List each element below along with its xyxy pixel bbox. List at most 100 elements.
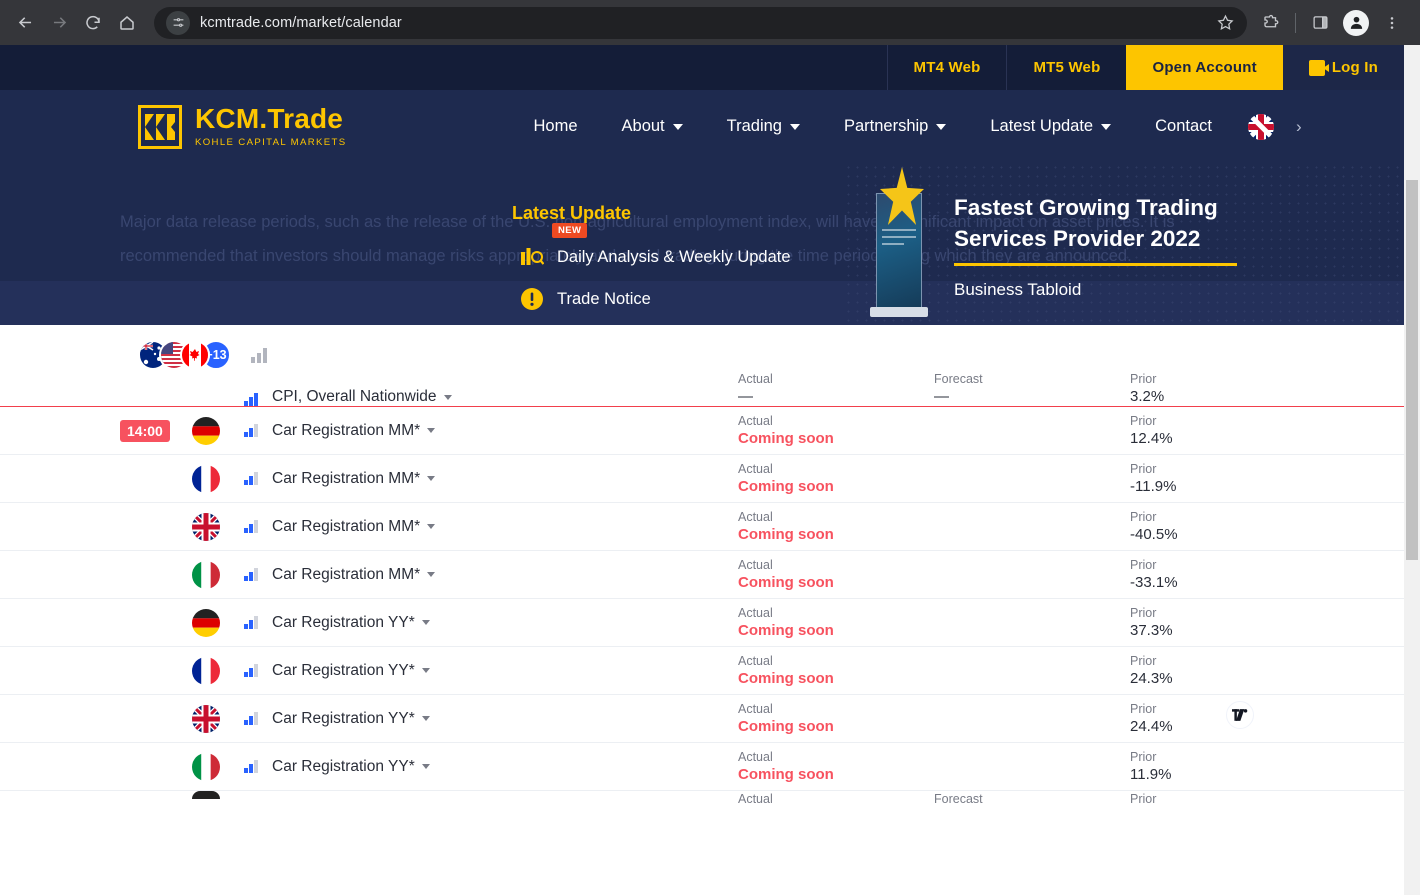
event-country-flag (182, 704, 230, 733)
actual-value: — (738, 388, 753, 405)
table-row[interactable]: Car Registration MM* Actual Coming soon … (0, 551, 1404, 599)
nav-label: Latest Update (990, 117, 1094, 135)
actual-cell: Actual Coming soon (738, 557, 934, 592)
page-viewport: MT4 Web MT5 Web Open Account Log In KCM.… (0, 45, 1404, 895)
event-name[interactable]: Car Registration MM* (272, 518, 738, 536)
forward-arrow-icon[interactable] (44, 8, 74, 38)
table-row[interactable]: Car Registration YY* Actual Coming soon … (0, 743, 1404, 791)
mt4-web-button[interactable]: MT4 Web (886, 45, 1007, 90)
table-row[interactable]: Actual Forecast Prior (0, 791, 1404, 817)
actual-label: Actual (738, 372, 773, 386)
site-logo[interactable]: KCM.Trade KOHLE CAPITAL MARKETS (138, 104, 347, 149)
chevron-down-icon[interactable] (427, 428, 436, 433)
chevron-down-icon[interactable] (421, 764, 430, 769)
chevron-down-icon[interactable] (427, 476, 436, 481)
nav-item-trading[interactable]: Trading (705, 90, 822, 163)
scrollbar-thumb[interactable] (1406, 180, 1418, 560)
event-volatility (230, 664, 272, 677)
event-name[interactable]: Car Registration YY* (272, 662, 738, 680)
table-row[interactable]: Car Registration MM* Actual Coming soon … (0, 503, 1404, 551)
page-scrollbar[interactable] (1404, 45, 1420, 895)
login-door-icon (1308, 59, 1329, 76)
chevron-down-icon[interactable] (421, 716, 430, 721)
language-selector[interactable]: › (1234, 90, 1302, 163)
actual-cell: Actual Coming soon (738, 653, 934, 688)
actual-value: Coming soon (738, 430, 834, 447)
profile-avatar-icon[interactable] (1341, 8, 1371, 38)
actual-cell: Actual Coming soon (738, 509, 934, 544)
home-icon[interactable] (112, 8, 142, 38)
event-name[interactable]: Car Registration MM* (272, 470, 738, 488)
event-volatility (230, 760, 272, 773)
nav-item-about[interactable]: About (600, 90, 705, 163)
prior-cell: Prior -33.1% (1130, 557, 1280, 592)
reload-icon[interactable] (78, 8, 108, 38)
prior-value: 12.4% (1130, 430, 1173, 447)
volatility-icon (244, 760, 258, 773)
event-name[interactable]: Car Registration YY* (272, 758, 738, 776)
nav-item-partnership[interactable]: Partnership (822, 90, 968, 163)
prior-label: Prior (1130, 606, 1157, 620)
menu-item-trade-notice[interactable]: Trade Notice (512, 278, 842, 320)
event-volatility (230, 472, 272, 485)
chevron-down-icon (936, 123, 947, 130)
table-row[interactable]: Car Registration YY* Actual Coming soon … (0, 599, 1404, 647)
nav-item-latest-update[interactable]: Latest Update (968, 90, 1133, 163)
volatility-bars-icon[interactable] (251, 347, 267, 363)
mt5-web-button[interactable]: MT5 Web (1006, 45, 1126, 90)
chevron-right-icon[interactable]: › (1296, 117, 1302, 137)
back-arrow-icon[interactable] (10, 8, 40, 38)
volatility-icon (244, 568, 258, 581)
table-row[interactable]: 14:00 Car Registration MM* Actual Coming… (0, 407, 1404, 455)
event-name[interactable]: Car Registration MM* (272, 422, 738, 440)
volatility-icon (244, 424, 258, 437)
prior-label: Prior (1130, 750, 1157, 764)
actual-value: Coming soon (738, 622, 834, 639)
open-account-button[interactable]: Open Account (1126, 45, 1283, 90)
actual-label: Actual (738, 462, 773, 476)
chevron-down-icon[interactable] (427, 524, 436, 529)
actual-label: Actual (738, 702, 773, 716)
menu-item-daily-analysis[interactable]: NEW Daily Analysis & Weekly Update (512, 223, 842, 278)
chevron-down-icon[interactable] (421, 620, 430, 625)
event-time: 14:00 (120, 419, 182, 442)
table-row[interactable]: Car Registration YY* Actual Coming soon … (0, 647, 1404, 695)
forecast-cell: Forecast — (934, 371, 1130, 406)
star-icon[interactable] (1213, 11, 1237, 35)
event-volatility (230, 616, 272, 629)
extensions-puzzle-icon[interactable] (1256, 8, 1286, 38)
address-bar[interactable]: kcmtrade.com/market/calendar (154, 6, 1247, 39)
event-name[interactable]: Car Registration MM* (272, 566, 738, 584)
chevron-down-icon[interactable] (427, 572, 436, 577)
event-name[interactable]: CPI, Overall Nationwide (272, 388, 738, 406)
event-volatility (230, 393, 272, 406)
nav-item-contact[interactable]: Contact (1133, 90, 1234, 163)
tradingview-logo-icon[interactable] (1226, 701, 1254, 729)
table-row[interactable]: Car Registration YY* Actual Coming soon … (0, 695, 1404, 743)
event-name[interactable]: Car Registration YY* (272, 614, 738, 632)
table-row[interactable]: Car Registration MM* Actual Coming soon … (0, 455, 1404, 503)
prior-cell: Prior (1130, 791, 1280, 807)
chevron-down-icon[interactable] (443, 394, 452, 400)
event-volatility (230, 712, 272, 725)
site-settings-icon[interactable] (166, 10, 190, 35)
chevron-down-icon[interactable] (421, 668, 430, 673)
table-row[interactable]: CPI, Overall Nationwide Actual — Forecas… (0, 372, 1404, 407)
actual-value: Coming soon (738, 574, 834, 591)
browser-actions (1253, 8, 1410, 38)
actual-label: Actual (738, 792, 773, 806)
main-navigation: Home About Trading Partnership Latest Up… (512, 90, 1302, 163)
event-name[interactable]: Car Registration YY* (272, 710, 738, 728)
event-country-flag (182, 416, 230, 445)
url-text: kcmtrade.com/market/calendar (200, 14, 402, 31)
country-filter[interactable]: +13 (138, 340, 231, 370)
forecast-label: Forecast (934, 792, 983, 806)
menu-item-company-news[interactable]: Company News (512, 320, 842, 325)
three-dot-menu-icon[interactable] (1377, 8, 1407, 38)
chevron-down-icon (789, 123, 800, 130)
event-country-flag (182, 791, 230, 799)
side-panel-icon[interactable] (1305, 8, 1335, 38)
nav-item-home[interactable]: Home (512, 90, 600, 163)
login-button[interactable]: Log In (1282, 45, 1404, 90)
actual-cell: Actual Coming soon (738, 701, 934, 736)
